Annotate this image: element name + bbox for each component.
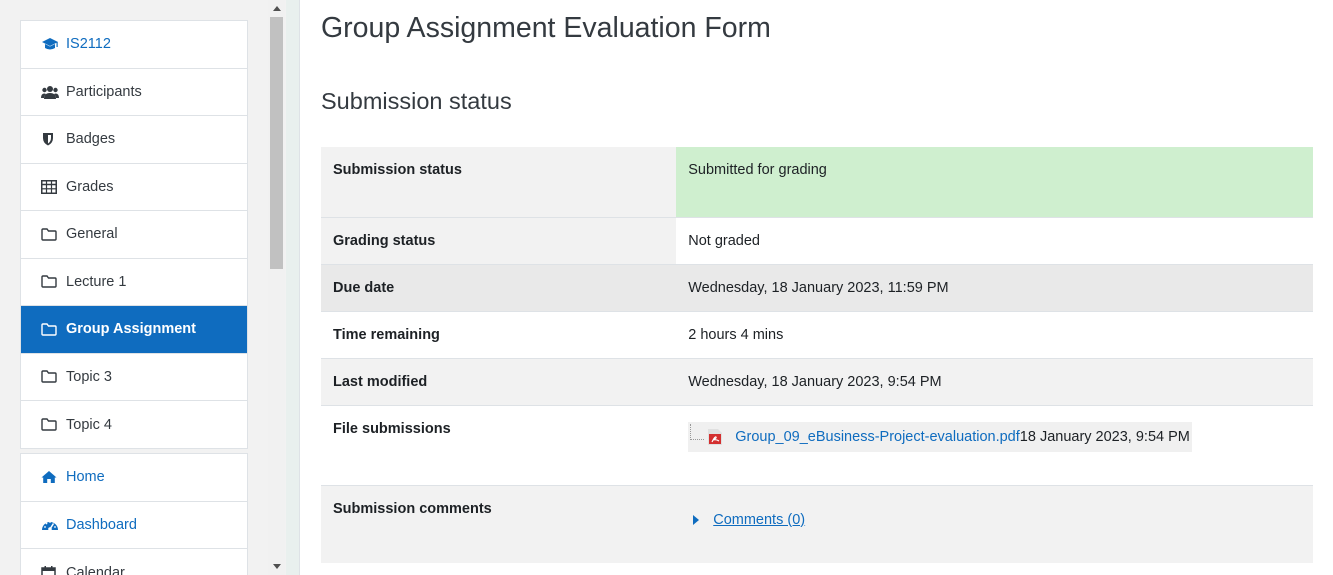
file-tree-item: Group_09_eBusiness-Project-evaluation.pd… [688,421,1192,452]
table-icon [41,179,59,195]
grading-status-value: Not graded [676,217,1313,264]
row-label: Grading status [333,232,436,249]
table-row-file-submissions: File submissions Group_09_eBusiness-Proj… [321,405,1313,485]
table-row-grading-status: Grading status Not graded [321,217,1313,264]
dashboard-icon [41,517,59,533]
sidebar-item-label: IS2112 [66,36,111,53]
sidebar-item-label: Topic 3 [66,368,112,385]
row-label: Submission status [333,162,462,178]
table-row-submission-status: Submission status Submitted for grading [321,147,1313,217]
sidebar-item-label: Calendar [66,564,125,575]
folder-icon [41,369,59,385]
sidebar-item-label: General [66,226,118,243]
submitted-file-date: 18 January 2023, 9:54 PM [1019,428,1190,445]
pdf-file-icon [707,428,723,446]
page-title: Group Assignment Evaluation Form [321,12,771,44]
sidebar-item-label: Group Assignment [66,321,196,338]
drawer-divider [286,0,300,575]
folder-icon [41,274,59,290]
sidebar-item-group-assignment[interactable]: Group Assignment [21,306,247,354]
shield-icon [41,131,59,147]
due-date-value: Wednesday, 18 January 2023, 11:59 PM [688,279,949,296]
sidebar-item-grades[interactable]: Grades [21,164,247,211]
folder-icon [41,417,59,433]
table-row-time-remaining: Time remaining 2 hours 4 mins [321,311,1313,358]
course-index-drawer: IS2112 Participants Badges Grades Genera… [0,0,286,575]
submission-status-table: Submission status Submitted for grading … [321,147,1313,563]
site-nav-group: Home Dashboard Calendar [20,453,248,575]
submitted-file-link[interactable]: Group_09_eBusiness-Project-evaluation.pd… [735,426,1020,448]
users-icon [41,84,59,100]
graduation-cap-icon [41,36,59,52]
sidebar-item-label: Badges [66,131,116,148]
sidebar-item-home[interactable]: Home [21,454,247,502]
scroll-down-arrow-icon[interactable] [268,558,285,575]
sidebar-item-participants[interactable]: Participants [21,69,247,116]
row-label: Time remaining [333,326,440,343]
scrollbar-thumb[interactable] [270,17,283,269]
scroll-up-arrow-icon[interactable] [268,0,285,17]
row-label: Due date [333,279,395,296]
sidebar-item-label: Participants [66,83,142,100]
comments-link-label: Comments (0) [713,511,806,528]
sidebar-item-badges[interactable]: Badges [21,116,247,164]
table-row-last-modified: Last modified Wednesday, 18 January 2023… [321,358,1313,405]
sidebar-item-lecture-1[interactable]: Lecture 1 [21,259,247,306]
sidebar-item-course[interactable]: IS2112 [21,21,247,69]
last-modified-value: Wednesday, 18 January 2023, 9:54 PM [688,373,942,390]
submission-status-value: Submitted for grading [676,147,1313,217]
sidebar-item-topic-4[interactable]: Topic 4 [21,401,247,449]
drawer-scrollbar[interactable] [268,0,285,575]
sidebar-item-dashboard[interactable]: Dashboard [21,502,247,549]
tree-connector [690,423,705,440]
course-nav-group: IS2112 Participants Badges Grades Genera… [20,20,248,449]
sidebar-item-calendar[interactable]: Calendar [21,549,247,575]
sidebar-item-topic-3[interactable]: Topic 3 [21,354,247,401]
table-row-submission-comments: Submission comments Comments (0) [321,485,1313,563]
folder-icon [41,226,59,242]
time-remaining-value: 2 hours 4 mins [688,326,784,343]
table-row-due-date: Due date Wednesday, 18 January 2023, 11:… [321,264,1313,311]
caret-right-icon [693,514,700,525]
row-label: Last modified [333,373,428,390]
comments-toggle-link[interactable]: Comments (0) [688,509,805,531]
sidebar-item-general[interactable]: General [21,211,247,259]
home-icon [41,469,59,485]
submission-comments-value: Comments (0) [676,485,1313,563]
file-submissions-value: Group_09_eBusiness-Project-evaluation.pd… [676,405,1313,485]
sidebar-item-label: Home [66,469,105,486]
sidebar-item-label: Dashboard [66,516,137,533]
calendar-icon [41,565,59,575]
sidebar-item-label: Topic 4 [66,416,112,433]
row-label: Submission comments [333,500,492,517]
folder-icon [41,321,59,337]
section-title: Submission status [321,88,512,114]
sidebar-item-label: Grades [66,178,114,195]
row-label: File submissions [333,420,451,437]
sidebar-item-label: Lecture 1 [66,273,127,290]
